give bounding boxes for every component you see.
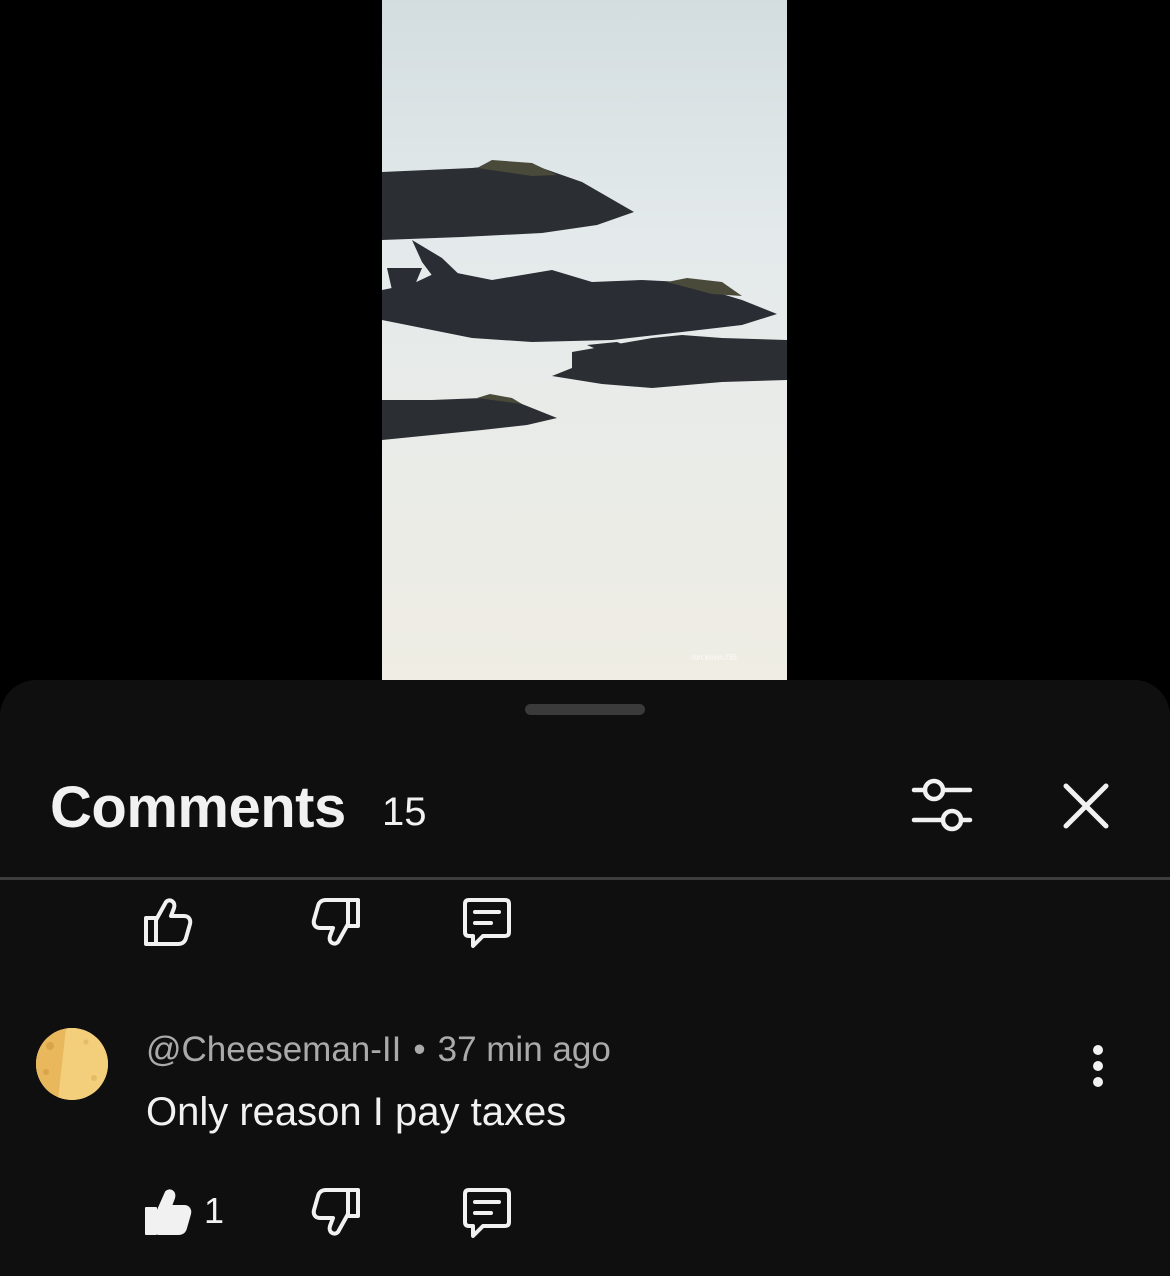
sliders-icon: [911, 778, 973, 832]
reply-comment-icon: [463, 898, 511, 948]
comment-text: Only reason I pay taxes: [146, 1090, 567, 1134]
comment-meta: @Cheeseman-II • 37 min ago: [146, 1030, 611, 1070]
comment-more-button[interactable]: [1076, 1040, 1120, 1096]
comments-title: Comments: [50, 775, 346, 840]
close-comments-button[interactable]: [1052, 772, 1120, 840]
dislike-button[interactable]: [306, 1182, 366, 1242]
thumbs-up-filled-icon: [145, 1189, 192, 1235]
thumbs-down-outline-icon: [311, 1188, 360, 1236]
thumbs-up-outline-icon: [144, 898, 193, 946]
comment-actions: 1: [0, 1182, 1170, 1242]
video-watermark: rbn.kevin.f35: [691, 653, 737, 662]
like-button[interactable]: [138, 892, 198, 952]
meta-separator: •: [413, 1030, 426, 1069]
avatar[interactable]: [36, 1028, 108, 1100]
cheese-avatar-image: [36, 1028, 108, 1100]
like-button-active[interactable]: [138, 1182, 198, 1242]
sheet-drag-handle[interactable]: [525, 704, 645, 715]
close-icon: [1063, 783, 1109, 829]
like-count: 1: [204, 1190, 225, 1231]
thumbs-down-outline-icon: [311, 898, 360, 946]
comments-sheet: Comments 15 @Cheeseman-II • 37 min ago O…: [0, 680, 1170, 1276]
sort-filter-button[interactable]: [906, 774, 978, 838]
reply-button[interactable]: [455, 1182, 515, 1242]
previous-comment-actions: [0, 892, 1170, 952]
comment-author[interactable]: @Cheeseman-II: [146, 1030, 401, 1069]
video-frame-jets: [382, 0, 787, 680]
reply-button[interactable]: [455, 892, 515, 952]
vertical-ellipsis-icon: [1093, 1045, 1103, 1087]
comments-count: 15: [382, 790, 427, 834]
dislike-button[interactable]: [306, 892, 366, 952]
shorts-screen: rbn.kevin.f35 Comments 15 @Cheeseman-II …: [0, 0, 1170, 1276]
comment-time: 37 min ago: [437, 1030, 611, 1069]
header-divider: [0, 877, 1170, 880]
video-player[interactable]: rbn.kevin.f35: [382, 0, 787, 680]
comments-header: Comments 15: [0, 750, 1170, 878]
reply-comment-icon: [463, 1188, 511, 1238]
comment-item: @Cheeseman-II • 37 min ago Only reason I p…: [0, 1020, 1170, 1150]
